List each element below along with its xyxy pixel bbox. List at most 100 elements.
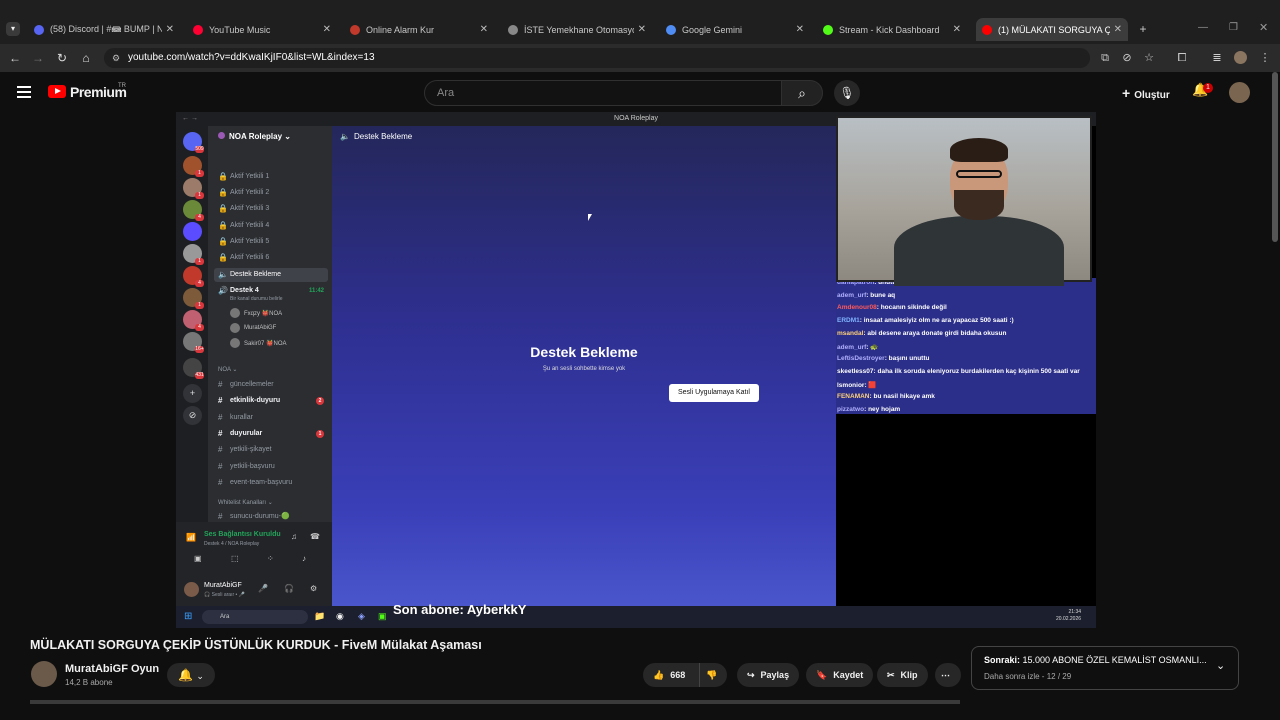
share-label: Paylaş: [760, 670, 790, 680]
voice-connected-label: Ses Bağlantısı Kuruldu: [204, 531, 281, 538]
voice-user[interactable]: MuratAbiGF: [230, 323, 276, 333]
dislike-button[interactable]: 👎: [699, 663, 727, 687]
browser-tab[interactable]: İSTE Yemekhane Otomasyonu ✕: [502, 18, 652, 41]
back-icon[interactable]: ←: [6, 49, 24, 67]
channel-destek-bekleme[interactable]: 🔈 Destek Bekleme: [214, 268, 328, 282]
tab-close-icon[interactable]: ✕: [323, 24, 331, 35]
reload-icon[interactable]: ↻: [53, 49, 71, 67]
channel-item[interactable]: # duyurular 1: [214, 427, 328, 441]
voice-user[interactable]: Fxqzy 👹NOA: [230, 308, 282, 318]
browser-tab[interactable]: Stream - Kick Dashboard ✕: [817, 18, 967, 41]
user-avatar[interactable]: [184, 582, 199, 597]
channel-item[interactable]: 🔒 Aktif Yetkili 1: [214, 170, 328, 184]
tab-close-icon[interactable]: ✕: [1114, 24, 1122, 35]
clip-label: Klip: [900, 670, 918, 680]
minimize-button[interactable]: —: [1198, 22, 1208, 33]
deafen-icon[interactable]: 🎧: [284, 584, 294, 593]
hash-icon: #: [218, 396, 223, 406]
server-badge: 431: [195, 372, 204, 379]
browser-menu-icon[interactable]: ⋮: [1257, 49, 1273, 67]
youtube-logo-icon[interactable]: [48, 85, 66, 98]
channel-item[interactable]: # yetkili-başvuru: [214, 460, 328, 474]
browser-tab[interactable]: YouTube Music ✕: [187, 18, 337, 41]
clip-button[interactable]: ✂ Klip: [877, 663, 928, 687]
eye-off-icon[interactable]: ⊘: [1119, 49, 1135, 67]
channel-item[interactable]: 🔒 Aktif Yetkili 3: [214, 202, 328, 216]
new-tab-button[interactable]: +: [1136, 22, 1150, 36]
tab-close-icon[interactable]: ✕: [953, 24, 961, 35]
tab-search-icon[interactable]: ▾: [6, 22, 20, 36]
media-controls-icon[interactable]: ≣: [1209, 49, 1225, 67]
bell-icon: 🔔: [178, 668, 194, 682]
category-whitelist[interactable]: Whitelist Kanalları ⌄: [218, 499, 273, 506]
empty-voice-subtitle: Şu an sesli sohbette kimse yok: [542, 366, 626, 372]
subscribed-bell-button[interactable]: 🔔 ⌄: [167, 663, 215, 687]
add-server-icon[interactable]: +: [183, 384, 202, 403]
channel-item[interactable]: # güncellemeler: [214, 378, 328, 392]
save-button[interactable]: 🔖 Kaydet: [806, 663, 874, 687]
soundboard-button-icon[interactable]: ♪: [302, 554, 306, 563]
chevron-down-icon[interactable]: ⌄: [1216, 659, 1225, 672]
hash-icon: #: [218, 445, 223, 455]
tab-close-icon[interactable]: ✕: [638, 24, 646, 35]
address-bar[interactable]: ⚙ youtube.com/watch?v=ddKwaIKjIF0&list=W…: [104, 48, 1090, 68]
hash-icon: #: [218, 380, 223, 389]
video-player[interactable]: ← → NOA Roleplay 509 1 1 4 1 4 1 4 16+ 431 + ⊘ NOA …: [176, 112, 1096, 628]
bookmark-star-icon[interactable]: ☆: [1141, 49, 1157, 67]
tab-close-icon[interactable]: ✕: [480, 24, 488, 35]
category-noa[interactable]: NOA ⌄: [218, 366, 237, 373]
voice-user[interactable]: Sakir07 👹NOA: [230, 338, 286, 348]
search-input[interactable]: Ara: [424, 80, 782, 106]
install-app-icon[interactable]: ⧉: [1097, 49, 1113, 67]
site-info-icon[interactable]: ⚙: [112, 48, 120, 68]
chat-text: : ney hojam: [864, 406, 901, 413]
activities-icon[interactable]: ⁘: [267, 554, 274, 563]
channel-item[interactable]: # etkinlik-duyuru 2: [214, 394, 328, 408]
voice-timer: 11:42: [308, 288, 324, 294]
forward-icon[interactable]: →: [29, 49, 47, 67]
channel-item[interactable]: # yetkili-şikayet: [214, 443, 328, 457]
hash-icon: #: [218, 477, 223, 487]
browser-tab[interactable]: (58) Discord | #📾 BUMP | Nnum ✕: [28, 18, 180, 41]
page-scrollbar[interactable]: [1272, 72, 1278, 242]
settings-gear-icon[interactable]: ⚙: [310, 584, 317, 593]
create-button[interactable]: + Oluştur: [1114, 81, 1178, 105]
tab-close-icon[interactable]: ✕: [796, 24, 804, 35]
more-actions-button[interactable]: ⋯: [935, 663, 961, 687]
tab-close-icon[interactable]: ✕: [166, 24, 174, 35]
channel-name[interactable]: MuratAbiGF Oyun: [65, 663, 159, 675]
chat-message: LeftisDestroyer: başını unuttu: [837, 355, 929, 362]
channel-avatar[interactable]: [31, 661, 57, 687]
like-button[interactable]: 👍 668: [643, 663, 699, 687]
voice-search-button[interactable]: 🎙: [834, 80, 860, 106]
mute-icon[interactable]: 🎤: [258, 584, 268, 593]
browser-tab[interactable]: Google Gemini ✕: [660, 18, 810, 41]
extensions-icon[interactable]: ⧠: [1174, 49, 1190, 67]
window-close-button[interactable]: ✕: [1259, 21, 1268, 34]
channel-item[interactable]: 🔒 Aktif Yetkili 4: [214, 219, 328, 233]
server-icon[interactable]: [183, 222, 202, 241]
search-button[interactable]: ⌕: [781, 80, 823, 106]
browser-tab[interactable]: (1) MÜLAKATI SORGUYA ÇEKİP ✕: [976, 18, 1128, 41]
disconnect-icon[interactable]: ☎: [310, 532, 320, 541]
channel-item[interactable]: 🔒 Aktif Yetkili 5: [214, 235, 328, 249]
home-icon[interactable]: ⌂: [77, 49, 95, 67]
guide-menu-icon[interactable]: [17, 86, 31, 98]
playlist-next-panel[interactable]: Sonraki: 15.000 ABONE ÖZEL KEMALİST OSMA…: [971, 646, 1239, 690]
account-avatar[interactable]: [1229, 82, 1250, 103]
channel-item[interactable]: # event-team-başvuru: [214, 476, 328, 490]
tab-favicon-icon: [823, 24, 833, 35]
share-button[interactable]: ↪ Paylaş: [737, 663, 800, 687]
soundboard-icon[interactable]: ♫: [291, 532, 297, 541]
screen-share-icon[interactable]: ⬚: [231, 554, 239, 563]
share-icon: ↪: [747, 670, 755, 680]
channel-item[interactable]: 🔒 Aktif Yetkili 6: [214, 251, 328, 265]
maximize-button[interactable]: ❐: [1229, 22, 1238, 33]
channel-item[interactable]: # kurallar: [214, 411, 328, 425]
join-voice-button[interactable]: Sesli Uygulamaya Katıl: [669, 384, 759, 402]
browser-tab[interactable]: Online Alarm Kur ✕: [344, 18, 494, 41]
profile-avatar[interactable]: [1232, 49, 1248, 67]
discover-icon[interactable]: ⊘: [183, 406, 202, 425]
camera-off-icon[interactable]: ▣: [194, 554, 202, 563]
channel-item[interactable]: 🔒 Aktif Yetkili 2: [214, 186, 328, 200]
